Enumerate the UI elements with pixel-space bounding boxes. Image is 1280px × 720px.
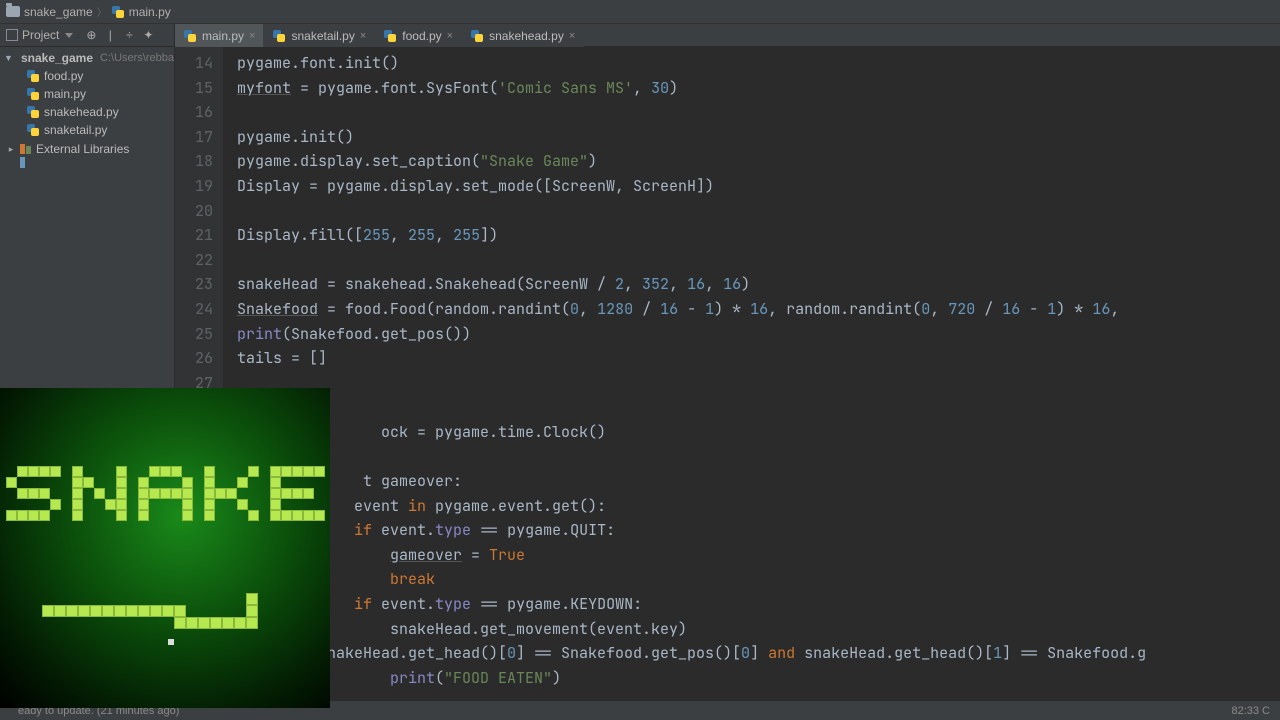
close-icon[interactable]: × (360, 30, 366, 42)
cursor-position: 82:33 C (1231, 705, 1280, 717)
python-icon (111, 5, 125, 19)
project-tree: ▼ snake_game C:\Users\rebba food.py main.… (0, 49, 174, 158)
tree-file-name: snakehead.py (44, 105, 119, 119)
tab-snaketail-py[interactable]: snaketail.py × (264, 24, 375, 47)
gear-icon[interactable]: ⊕ (83, 27, 99, 43)
tab-food-py[interactable]: food.py × (375, 24, 462, 47)
snake-body (42, 593, 258, 645)
project-tool-icons: ⊕ | ÷ ✦ (79, 27, 160, 43)
libraries-icon (20, 143, 32, 155)
python-icon (26, 105, 40, 119)
project-icon (6, 29, 18, 41)
python-icon (26, 69, 40, 83)
python-icon (26, 87, 40, 101)
tab-snakehead-py[interactable]: snakehead.py × (462, 24, 584, 47)
chevron-right-icon: 〉 (97, 4, 107, 19)
python-icon (470, 29, 484, 43)
external-libs-label: External Libraries (36, 142, 129, 156)
settings-icon[interactable]: ✦ (140, 27, 156, 43)
tree-file[interactable]: main.py (4, 85, 174, 103)
code-content[interactable]: pygame.font.init()myfont = pygame.font.S… (223, 47, 1280, 700)
tree-file[interactable]: food.py (4, 67, 174, 85)
close-icon[interactable]: × (249, 30, 255, 42)
code-editor[interactable]: 1415161718192021222324252627282930313233… (175, 47, 1280, 700)
editor-tabs: main.py×snaketail.py×food.py×snakehead.p… (175, 24, 584, 47)
snake-food (168, 639, 174, 645)
tree-file[interactable]: snaketail.py (4, 121, 174, 139)
tab-label: food.py (402, 29, 441, 43)
tree-root[interactable]: ▼ snake_game C:\Users\rebba (4, 49, 174, 67)
project-dropdown[interactable]: Project (0, 24, 79, 47)
editor-area: 1415161718192021222324252627282930313233… (175, 47, 1280, 700)
python-icon (383, 29, 397, 43)
tab-label: main.py (202, 29, 244, 43)
project-label: Project (22, 28, 59, 42)
snake-game-overlay (0, 388, 330, 708)
tree-file-name: main.py (44, 87, 86, 101)
python-icon (183, 29, 197, 43)
chevron-down-icon (65, 33, 73, 38)
collapse-icon[interactable]: ÷ (121, 27, 137, 43)
breadcrumb-file[interactable]: main.py (129, 5, 171, 19)
tree-file-name: snaketail.py (44, 123, 107, 137)
folder-icon (6, 6, 20, 17)
python-icon (26, 123, 40, 137)
tab-main-py[interactable]: main.py × (175, 24, 264, 47)
tab-label: snaketail.py (291, 29, 354, 43)
tree-root-path: C:\Users\rebba (100, 52, 174, 64)
chevron-down-icon[interactable]: ▼ (4, 53, 13, 63)
python-icon (272, 29, 286, 43)
toolbar-row: Project ⊕ | ÷ ✦ main.py×snaketail.py×foo… (0, 24, 1280, 47)
snake-title (6, 466, 325, 521)
tree-file[interactable]: snakehead.py (4, 103, 174, 121)
tree-root-name: snake_game (21, 51, 93, 65)
divider-icon: | (102, 27, 118, 43)
project-toolbar: Project ⊕ | ÷ ✦ (0, 24, 175, 46)
tree-file-name: food.py (44, 69, 83, 83)
close-icon[interactable]: × (569, 30, 575, 42)
external-libraries[interactable]: ▸ External Libraries (4, 140, 174, 158)
breadcrumb: snake_game 〉 main.py (0, 0, 1280, 24)
close-icon[interactable]: × (447, 30, 453, 42)
tab-label: snakehead.py (489, 29, 564, 43)
chevron-right-icon[interactable]: ▸ (6, 144, 16, 155)
breadcrumb-folder[interactable]: snake_game (24, 5, 93, 19)
